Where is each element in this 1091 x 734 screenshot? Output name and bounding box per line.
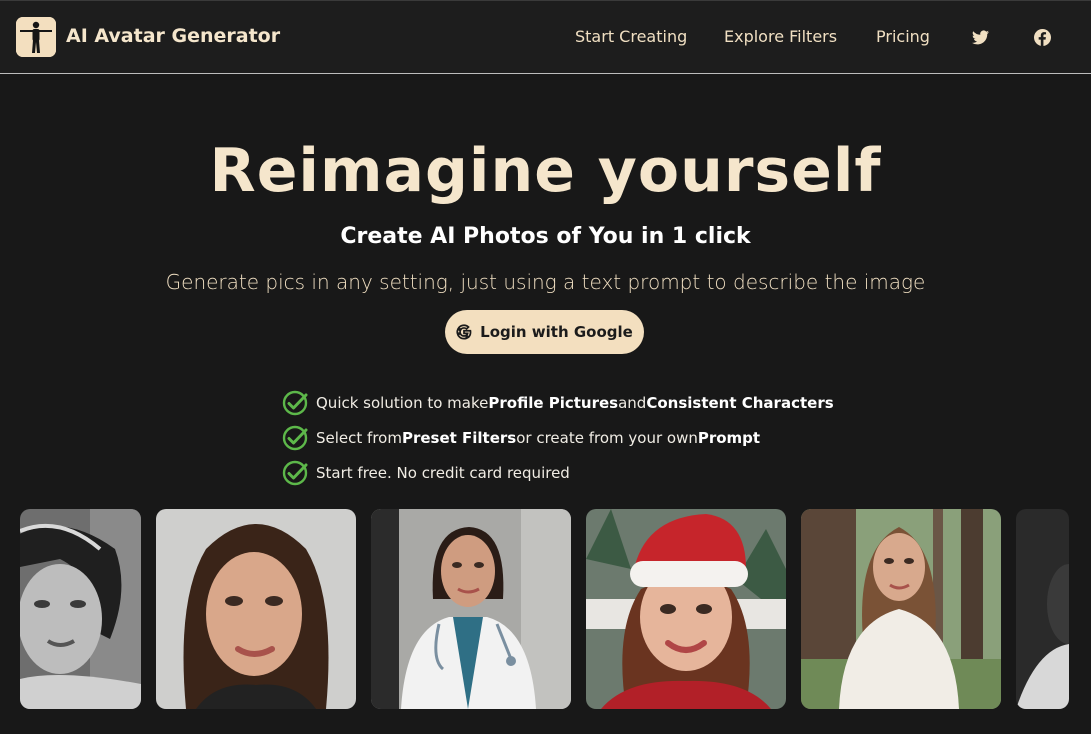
hero-subtitle: Create AI Photos of You in 1 click: [340, 224, 751, 249]
avatar-photo: [156, 509, 356, 709]
check-circle-icon: [282, 425, 308, 450]
check-circle-icon: [282, 390, 308, 415]
logo-icon[interactable]: [16, 17, 56, 57]
feature-item: Quick solution to make Profile Pictures …: [282, 385, 834, 420]
feature-text-bold: Preset Filters: [401, 428, 517, 447]
login-with-google-button[interactable]: Login with Google: [445, 310, 644, 354]
nav-explore-filters[interactable]: Explore Filters: [724, 27, 837, 46]
feature-text-a: Start free. No credit card required: [316, 463, 570, 482]
hero-description: Generate pics in any setting, just using…: [165, 270, 926, 294]
avatar-photo: [371, 509, 571, 709]
feature-item: Select from Preset Filters or create fro…: [282, 420, 834, 455]
feature-text-a: Select from: [316, 428, 402, 447]
check-circle-icon: [282, 460, 308, 485]
feature-text-c: or create from your own: [516, 428, 698, 447]
avatar-photo: [586, 509, 786, 709]
feature-text-a: Quick solution to make: [316, 393, 489, 412]
avatar-photo: [20, 509, 141, 709]
feature-text-bold: Prompt: [697, 428, 761, 447]
top-navbar: AI Avatar Generator Start Creating Explo…: [0, 0, 1091, 74]
facebook-icon[interactable]: [1032, 27, 1052, 47]
twitter-icon[interactable]: [970, 27, 990, 47]
feature-text-c: and: [618, 393, 647, 412]
avatar-photo: [801, 509, 1001, 709]
nav-pricing[interactable]: Pricing: [876, 27, 930, 46]
avatar-photo: [1016, 509, 1069, 709]
hero-title: Reimagine yourself: [209, 136, 882, 206]
feature-text-bold: Consistent Characters: [646, 393, 834, 412]
brand-name[interactable]: AI Avatar Generator: [66, 25, 280, 47]
avatar-gallery: [0, 509, 1091, 709]
nav-start-creating[interactable]: Start Creating: [575, 27, 687, 46]
feature-list: Quick solution to make Profile Pictures …: [282, 385, 834, 490]
feature-text-bold: Profile Pictures: [488, 393, 619, 412]
feature-item: Start free. No credit card required: [282, 455, 834, 490]
login-with-google-label: Login with Google: [480, 323, 633, 341]
google-icon: [456, 324, 472, 340]
